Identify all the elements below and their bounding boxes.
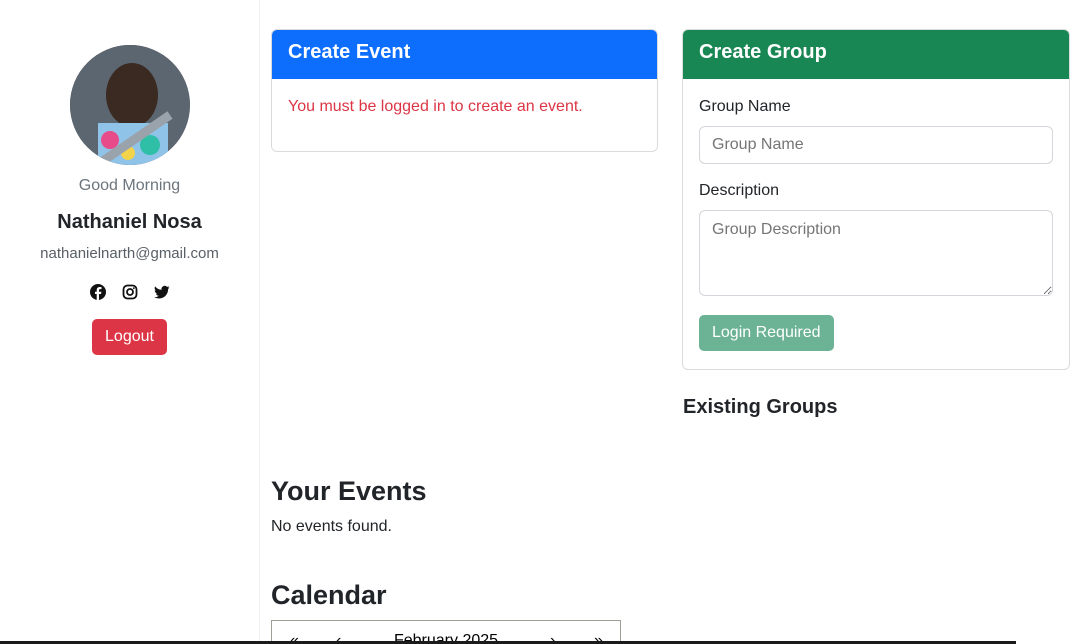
existing-groups-title: Existing Groups — [683, 396, 838, 418]
create-group-header: Create Group — [683, 30, 1069, 79]
create-group-card: Create Group Group Name Description Logi… — [682, 29, 1070, 370]
logout-button[interactable]: Logout — [92, 319, 167, 355]
social-links — [89, 284, 170, 300]
calendar-title: Calendar — [271, 580, 387, 610]
description-label: Description — [699, 182, 780, 199]
your-events-title: Your Events — [271, 476, 427, 506]
greeting-text: Good Morning — [78, 177, 181, 194]
group-name-label: Group Name — [699, 98, 791, 115]
profile-sidebar: Good Morning Nathaniel Nosa nathanielnar… — [0, 0, 260, 644]
create-event-card: Create Event You must be logged in to cr… — [271, 29, 658, 152]
user-name: Nathaniel Nosa — [57, 211, 202, 233]
facebook-icon[interactable] — [89, 284, 106, 300]
group-description-input[interactable] — [699, 210, 1053, 296]
group-name-input[interactable] — [699, 126, 1053, 164]
twitter-icon[interactable] — [153, 284, 170, 300]
instagram-icon[interactable] — [122, 284, 138, 300]
login-required-button[interactable]: Login Required — [699, 315, 834, 351]
user-email: nathanielnarth@gmail.com — [40, 245, 219, 262]
page: Good Morning Nathaniel Nosa nathanielnar… — [0, 0, 1083, 644]
login-required-message: You must be logged in to create an event… — [288, 98, 583, 115]
avatar — [69, 45, 190, 165]
create-group-form: Group Name Description Login Required — [683, 79, 1069, 369]
avatar-photo — [69, 45, 190, 165]
create-event-header: Create Event — [272, 30, 657, 79]
no-events-text: No events found. — [271, 518, 392, 535]
